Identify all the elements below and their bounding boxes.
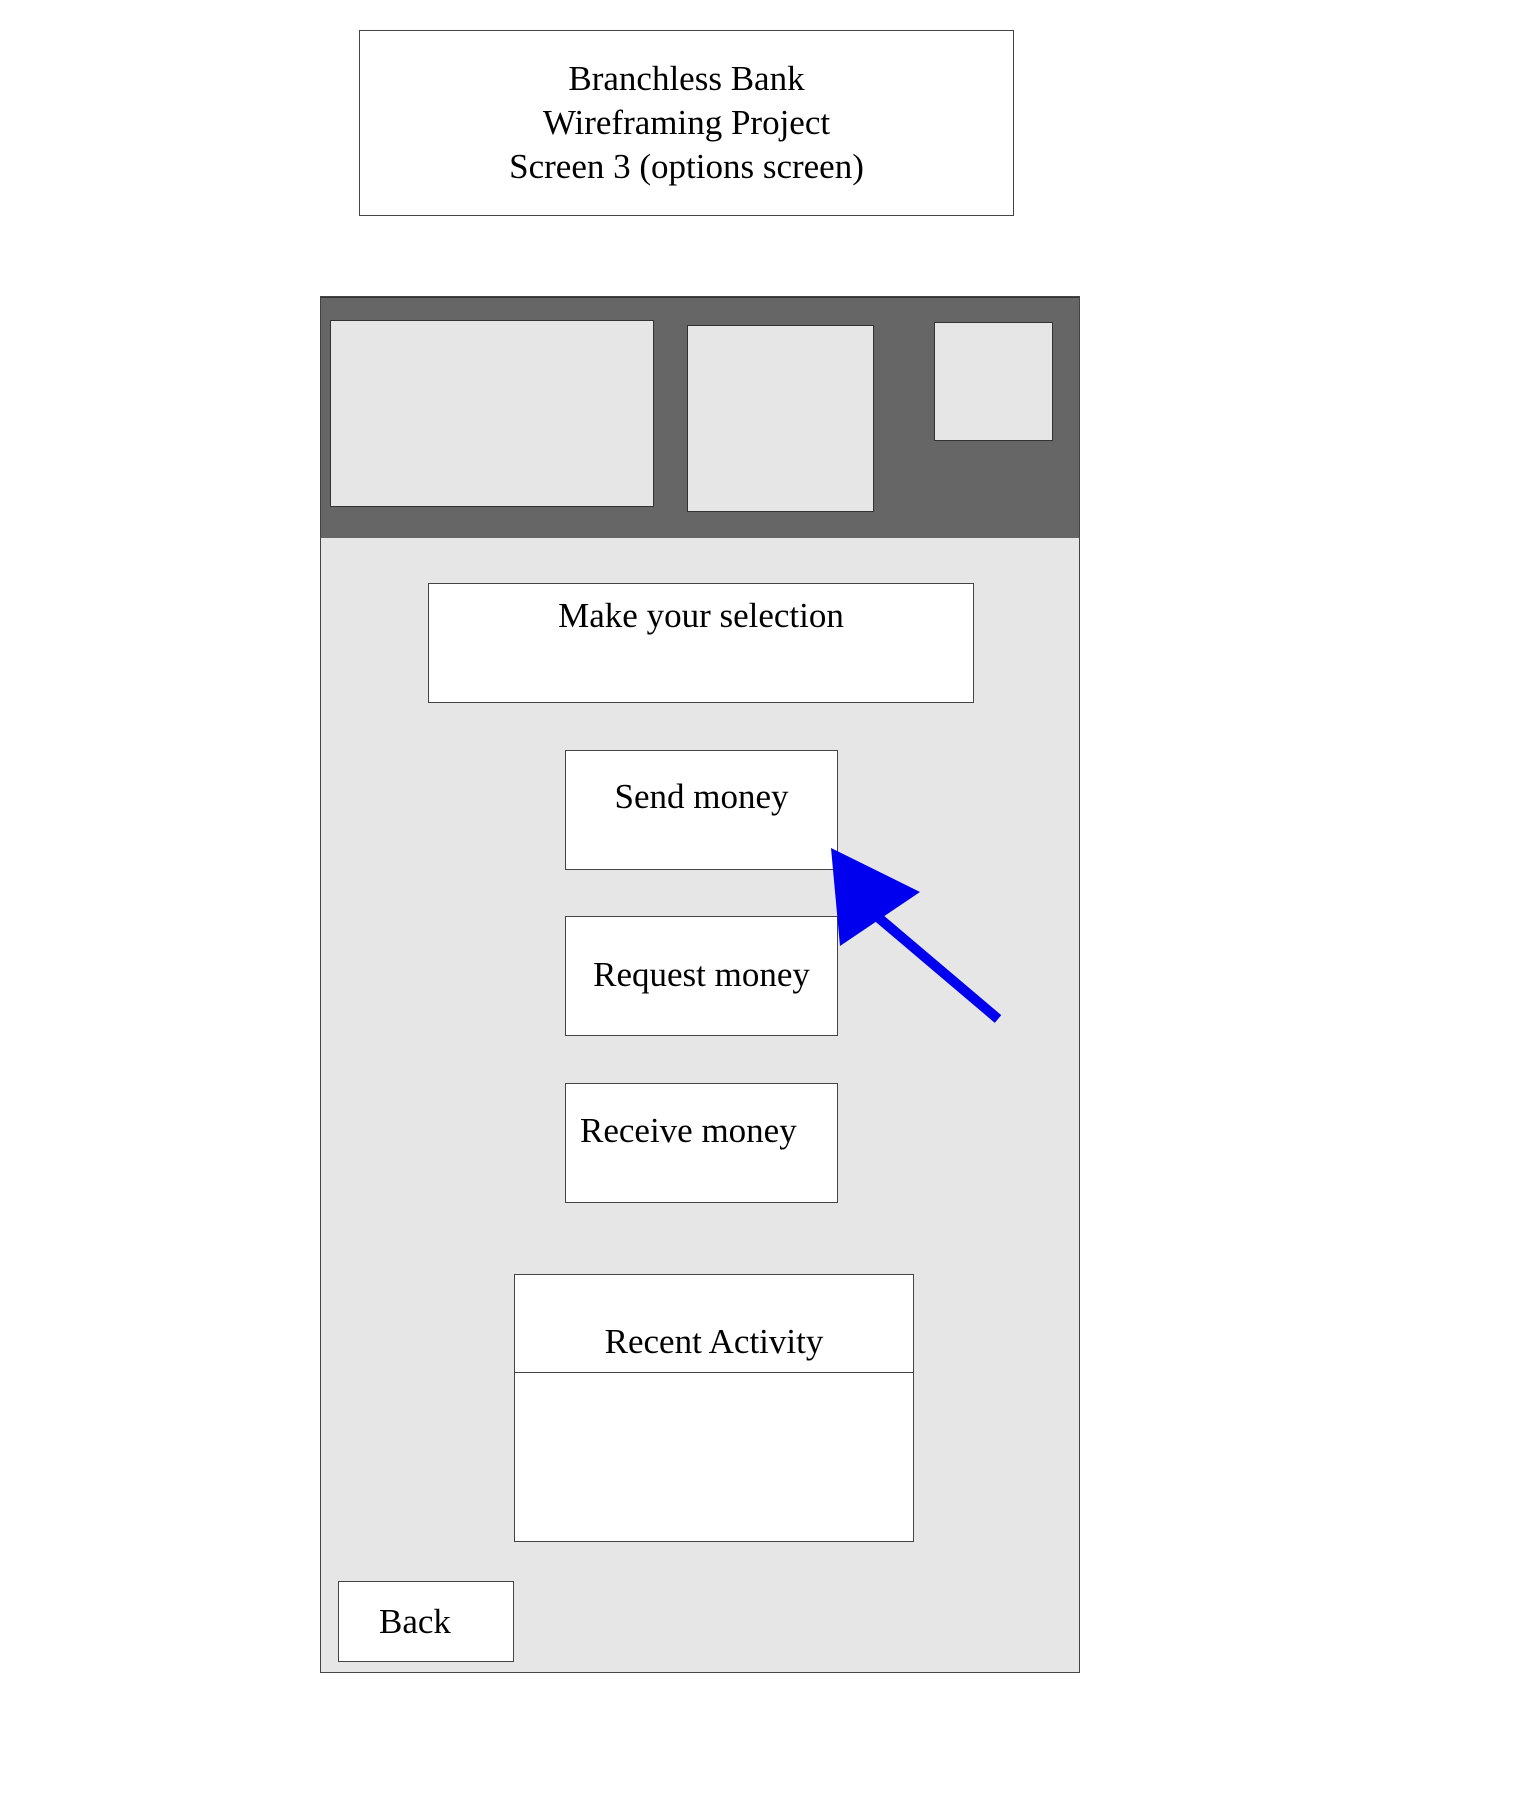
header-placeholder-logo <box>330 320 654 507</box>
title-line-2: Wireframing Project <box>542 103 831 142</box>
recent-activity-title: Recent Activity <box>604 1322 824 1361</box>
send-money-label: Send money <box>614 777 789 816</box>
request-money-button[interactable]: Request money <box>565 916 838 1036</box>
app-header <box>321 297 1079 538</box>
receive-money-label: Receive money <box>580 1111 797 1150</box>
wireframe-title-box: Branchless Bank Wireframing Project Scre… <box>359 30 1014 216</box>
recent-activity-panel: Recent Activity <box>514 1274 914 1542</box>
receive-money-button[interactable]: Receive money <box>565 1083 838 1203</box>
header-placeholder-image <box>687 325 874 512</box>
title-line-1: Branchless Bank <box>568 59 805 98</box>
back-label: Back <box>379 1601 451 1641</box>
selection-prompt-label: Make your selection <box>558 596 844 635</box>
send-money-button[interactable]: Send money <box>565 750 838 870</box>
recent-activity-header: Recent Activity <box>515 1275 913 1373</box>
recent-activity-list <box>515 1373 913 1541</box>
title-line-3: Screen 3 (options screen) <box>509 147 864 186</box>
request-money-label: Request money <box>593 955 810 994</box>
header-placeholder-icon[interactable] <box>934 322 1053 441</box>
back-button[interactable]: Back <box>338 1581 514 1662</box>
selection-prompt-box: Make your selection <box>428 583 974 703</box>
phone-screen: Make your selection Send money Request m… <box>320 296 1080 1673</box>
